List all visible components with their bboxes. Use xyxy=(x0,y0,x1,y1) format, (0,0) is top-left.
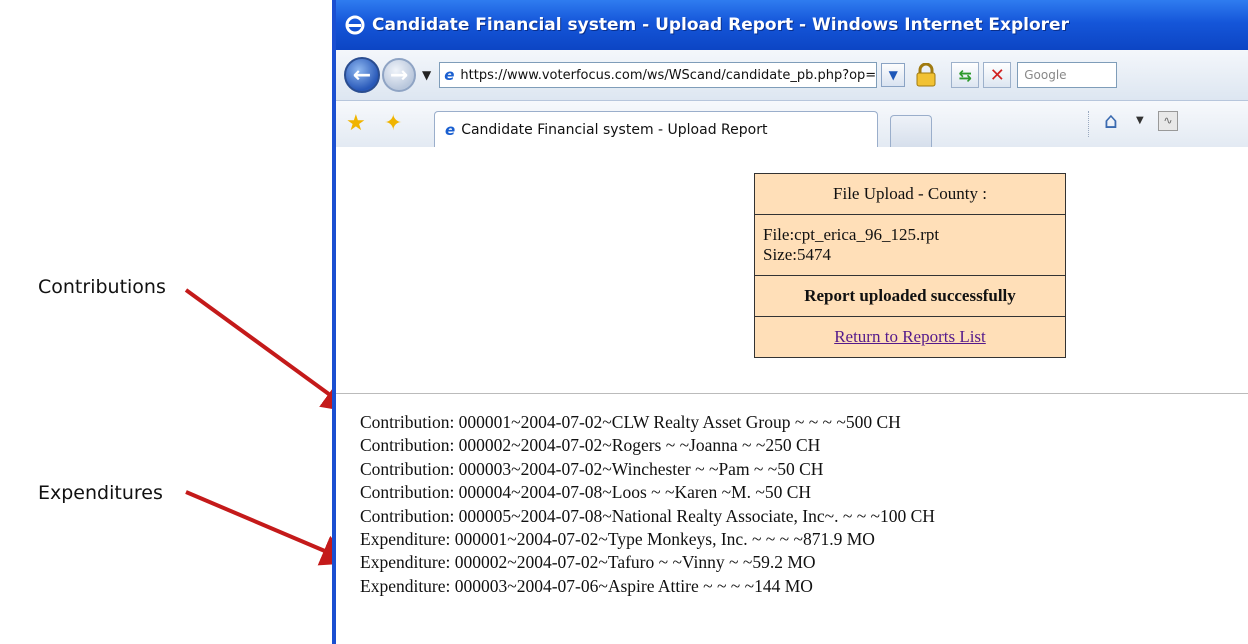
upload-header: File Upload - County : xyxy=(755,174,1065,215)
home-dropdown-icon[interactable]: ▼ xyxy=(1136,115,1144,126)
address-dropdown-button[interactable]: ▼ xyxy=(881,63,906,87)
upload-status: Report uploaded successfully xyxy=(755,276,1065,317)
divider xyxy=(336,393,1248,394)
toolbar-separator xyxy=(1088,111,1089,137)
record-line: Contribution: 000001~2004-07-02~CLW Real… xyxy=(360,412,901,432)
address-input[interactable]: e https://www.voterfocus.com/ws/WScand/c… xyxy=(439,62,878,88)
tab-upload-report[interactable]: e Candidate Financial system - Upload Re… xyxy=(434,111,878,147)
record-line: Contribution: 000003~2004-07-02~Winchest… xyxy=(360,458,824,479)
page-icon: e xyxy=(444,66,455,84)
record-line: Expenditure: 000002~2004-07-02~Tafuro ~ … xyxy=(360,552,816,573)
arrow-expenditures xyxy=(185,490,354,566)
title-bar: Candidate Financial system - Upload Repo… xyxy=(336,0,1248,50)
history-dropdown-icon[interactable]: ▼ xyxy=(422,68,431,82)
new-tab-button[interactable] xyxy=(890,115,932,147)
window-title: Candidate Financial system - Upload Repo… xyxy=(372,15,1069,35)
record-line: Expenditure: 000003~2004-07-06~Aspire At… xyxy=(360,575,813,596)
arrow-contributions xyxy=(184,288,355,413)
home-icon[interactable]: ⌂ xyxy=(1104,109,1118,134)
upload-file-name: File:cpt_erica_96_125.rpt xyxy=(763,225,940,244)
browser-window: Candidate Financial system - Upload Repo… xyxy=(332,0,1248,644)
ie-icon xyxy=(345,15,365,35)
search-input[interactable]: Google xyxy=(1017,62,1118,88)
stop-button[interactable]: ✕ xyxy=(983,62,1012,88)
forward-icon: → xyxy=(389,62,409,88)
tab-bar: ★ ✦ e Candidate Financial system - Uploa… xyxy=(336,101,1248,148)
record-line: Expenditure: 000001~2004-07-02~Type Monk… xyxy=(360,528,875,549)
record-line: Contribution: 000004~2004-07-08~Loos ~ ~… xyxy=(360,482,812,503)
tab-ie-icon: e xyxy=(445,120,456,139)
refresh-icon: ⇆ xyxy=(958,65,972,85)
forward-button[interactable]: → xyxy=(382,58,416,92)
record-line: Contribution: 000002~2004-07-02~Rogers ~… xyxy=(360,435,821,456)
tab-label: Candidate Financial system - Upload Repo… xyxy=(461,121,768,138)
back-button[interactable]: ← xyxy=(344,57,380,93)
address-toolbar: ← → ▼ e https://www.voterfocus.com/ws/WS… xyxy=(336,50,1248,101)
record-list: Contribution: 000001~2004-07-02~CLW Real… xyxy=(360,411,935,598)
record-line: Contribution: 000005~2004-07-08~National… xyxy=(360,505,935,526)
refresh-button[interactable]: ⇆ xyxy=(951,62,980,88)
add-favorite-icon[interactable]: ✦ xyxy=(384,111,402,136)
lock-icon[interactable] xyxy=(911,61,941,89)
page-content: File Upload - County : File:cpt_erica_96… xyxy=(336,147,1248,644)
favorites-star-icon[interactable]: ★ xyxy=(346,111,366,136)
upload-report-box: File Upload - County : File:cpt_erica_96… xyxy=(754,173,1066,358)
address-text: https://www.voterfocus.com/ws/WScand/can… xyxy=(460,67,878,83)
return-to-reports-link[interactable]: Return to Reports List xyxy=(834,327,986,346)
return-row: Return to Reports List xyxy=(755,317,1065,357)
feed-icon[interactable]: ∿ xyxy=(1158,111,1178,131)
stop-icon: ✕ xyxy=(989,64,1005,86)
upload-file-size: Size:5474 xyxy=(763,245,831,264)
back-icon: ← xyxy=(352,62,372,88)
upload-file-info: File:cpt_erica_96_125.rpt Size:5474 xyxy=(755,215,1065,276)
